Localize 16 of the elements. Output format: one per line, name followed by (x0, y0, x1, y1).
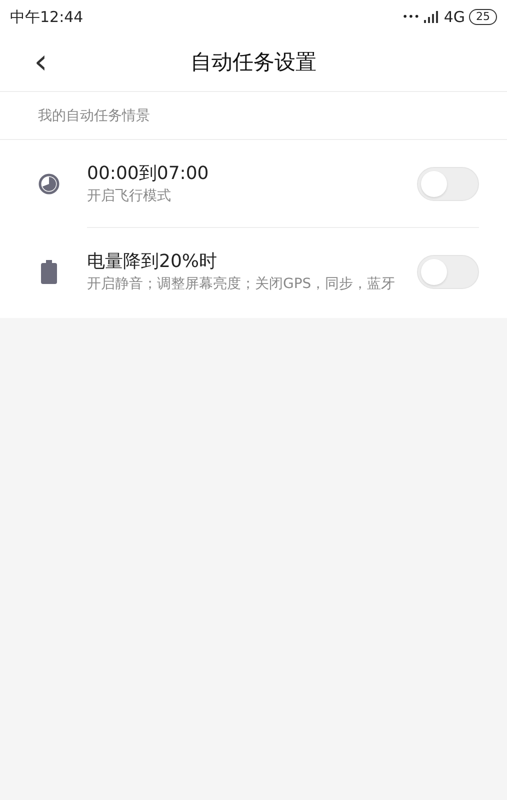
task-description: 开启飞行模式 (87, 186, 172, 206)
task-title: 00:00到07:00 (87, 162, 210, 186)
task-title: 电量降到20%时 (87, 250, 218, 274)
section-title: 我的自动任务情景 (0, 92, 507, 140)
battery-icon (41, 260, 57, 284)
clock-icon (38, 173, 60, 195)
status-dots: ••• (402, 10, 420, 24)
back-button[interactable]: ‹ (28, 42, 54, 82)
signal-icon (424, 11, 440, 23)
status-time: 中午12:44 (10, 6, 84, 28)
toggle-switch[interactable] (417, 255, 479, 289)
network-type: 4G (444, 6, 465, 28)
battery-level: 25 (469, 9, 497, 25)
page-title: 自动任务设置 (190, 48, 316, 76)
task-description: 开启静音；调整屏幕亮度；关闭GPS，同步，蓝牙 (87, 275, 396, 294)
toggle-switch[interactable] (417, 166, 479, 200)
